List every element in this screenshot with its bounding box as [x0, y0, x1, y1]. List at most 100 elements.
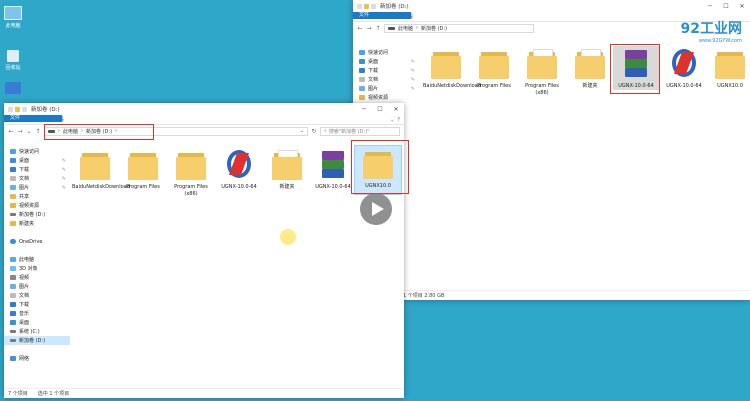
file-item[interactable]: 新建夹 — [567, 46, 613, 90]
file-item[interactable]: Program Files — [471, 46, 517, 90]
front-explorer-window[interactable]: 新加卷 (D:) ─ ☐ ✕ 文件 主页 共享 查看 ⌄? ← → ⌄ ↑ › … — [4, 103, 404, 398]
watermark-brand: 92工业网 — [680, 21, 742, 37]
ribbon-file-tab[interactable]: 文件 — [353, 12, 411, 19]
folder-icon — [174, 147, 208, 181]
highlight-back-rar — [610, 44, 660, 94]
iso-image-icon — [667, 46, 701, 80]
picture-icon — [359, 86, 365, 91]
help-icon[interactable]: ? — [397, 117, 400, 123]
sidebar-item-this-pc[interactable]: 此电脑 — [4, 255, 70, 264]
file-item[interactable]: BaiduNetdiskDownload — [423, 46, 481, 90]
sidebar-item-video-res[interactable]: 视频资源 — [353, 93, 419, 102]
desktop-icon-computer[interactable]: 此电脑 — [2, 6, 24, 29]
pin-icon: ✎ — [410, 76, 415, 83]
file-item[interactable]: Program Files (x86) — [168, 147, 214, 197]
folder-icon — [126, 147, 160, 181]
picture-icon — [10, 284, 16, 289]
up-arrow-icon[interactable]: ↑ — [375, 25, 381, 32]
sidebar-item-new-folder[interactable]: 新建夹 — [4, 219, 70, 228]
minimize-button[interactable]: ─ — [356, 103, 372, 115]
ribbon-file-tab[interactable]: 文件 — [4, 115, 62, 122]
back-arrow-icon[interactable]: ← — [8, 128, 14, 135]
chevron-down-icon[interactable]: ⌄ — [390, 117, 394, 123]
sidebar-item-download[interactable]: 下载 ✎ — [4, 165, 70, 174]
sidebar-item-download[interactable]: 下载 ✎ — [353, 66, 419, 75]
file-item[interactable]: 新建夹 — [264, 147, 310, 191]
sidebar: 快速访问 桌面 ✎ 下载 ✎ 文档 ✎ 图片 ✎ 视频资源 — [353, 48, 419, 102]
minimize-button[interactable]: ─ — [702, 0, 718, 12]
cursor-highlight — [280, 229, 296, 245]
close-button[interactable]: ✕ — [388, 103, 404, 115]
sidebar-item-network[interactable]: 网络 — [4, 354, 70, 363]
desktop-icon — [10, 320, 16, 325]
sidebar-item-music[interactable]: 音乐 — [4, 309, 70, 318]
back-arrow-icon[interactable]: ← — [357, 25, 363, 32]
desktop-icon-recycle-bin[interactable]: 回收站 — [2, 50, 24, 71]
file-item[interactable]: UGNX-10.0-64 — [661, 46, 707, 90]
forward-arrow-icon[interactable]: → — [17, 128, 23, 135]
desktop-icon — [10, 158, 16, 163]
up-arrow-icon[interactable]: ↑ — [35, 128, 41, 135]
breadcrumb-this-pc[interactable]: 此电脑 — [398, 25, 413, 32]
file-item[interactable]: UGNX10.0 — [707, 46, 750, 90]
sidebar-item-share[interactable]: 共享 — [4, 192, 70, 201]
address-dropdown-icon[interactable]: ⌄ — [300, 128, 304, 134]
sidebar-item-documents[interactable]: 文档 ✎ — [4, 174, 70, 183]
sidebar-item-pictures[interactable]: 图片 ✎ — [4, 183, 70, 192]
sidebar-item-pictures[interactable]: 图片 ✎ — [353, 84, 419, 93]
desktop-icon — [359, 59, 365, 64]
sidebar-item-documents[interactable]: 文档 ✎ — [353, 75, 419, 84]
desktop-icon-control-panel[interactable] — [2, 82, 24, 96]
sidebar-item-download-pc[interactable]: 下载 — [4, 300, 70, 309]
document-icon — [10, 293, 16, 298]
music-icon — [10, 311, 16, 316]
folder-icon — [10, 203, 16, 208]
maximize-button[interactable]: ☐ — [372, 103, 388, 115]
file-item[interactable]: UGNX-10.0-64 — [216, 147, 262, 191]
title-bar[interactable]: 新加卷 (D:) ─ ☐ ✕ — [4, 103, 404, 115]
sidebar-item-pictures-pc[interactable]: 图片 — [4, 282, 70, 291]
sidebar-item-video-res[interactable]: 视频资源 — [4, 201, 70, 210]
computer-icon — [10, 257, 16, 262]
highlight-selected-folder — [351, 140, 409, 194]
close-button[interactable]: ✕ — [734, 0, 750, 12]
folder-icon — [429, 46, 463, 80]
control-panel-icon — [5, 82, 21, 94]
breadcrumb-drive[interactable]: 新加卷 (D:) — [421, 25, 447, 32]
sidebar-item-quick-access[interactable]: 快速访问 — [353, 48, 419, 57]
sidebar-item-videos[interactable]: 视频 — [4, 273, 70, 282]
drive-icon — [10, 330, 16, 333]
sidebar-item-drive-d-selected[interactable]: 新加卷 (D:) — [4, 336, 70, 345]
sidebar-item-onedrive[interactable]: OneDrive — [4, 237, 70, 246]
search-placeholder: 搜索"新加卷 (D:)" — [328, 128, 370, 135]
folder-doc-icon — [573, 46, 607, 80]
video-play-button[interactable] — [360, 193, 392, 225]
file-item[interactable]: Program Files — [120, 147, 166, 191]
file-item[interactable]: Program Files (x86) — [519, 46, 565, 96]
status-selected: 选中 1 个项目 — [37, 391, 70, 397]
address-bar[interactable]: 此电脑 › 新加卷 (D:) — [384, 23, 534, 33]
forward-arrow-icon[interactable]: → — [366, 25, 372, 32]
maximize-button[interactable]: ☐ — [718, 0, 734, 12]
search-input[interactable]: ⌕ 搜索"新加卷 (D:)" — [320, 126, 400, 136]
recent-dropdown-icon[interactable]: ⌄ — [26, 128, 32, 135]
file-item[interactable]: UGNX-10.0-64 — [310, 147, 356, 191]
window-title: 新加卷 (D:) — [31, 107, 60, 113]
desktop-icon-label: 回收站 — [5, 65, 21, 71]
sidebar-item-documents-pc[interactable]: 文档 — [4, 291, 70, 300]
sidebar-item-quick-access[interactable]: 快速访问 — [4, 147, 70, 156]
file-item[interactable]: BaiduNetdiskDownload — [72, 147, 130, 191]
computer-icon — [4, 6, 22, 20]
sidebar-item-3d-objects[interactable]: 3D 对象 — [4, 264, 70, 273]
sidebar-item-desktop[interactable]: 桌面 ✎ — [4, 156, 70, 165]
refresh-icon[interactable]: ↻ — [311, 128, 317, 135]
sidebar-item-desktop-pc[interactable]: 桌面 — [4, 318, 70, 327]
sidebar-item-drive-c[interactable]: 系统 (C:) — [4, 327, 70, 336]
back-explorer-window[interactable]: 新加卷 (D:) ─ ☐ ✕ 文件 主页 共享 查看 ← → ↑ 此电脑 › 新… — [353, 0, 750, 300]
play-icon — [371, 202, 384, 216]
sidebar-item-drive-d[interactable]: 新加卷 (D:) — [4, 210, 70, 219]
title-bar[interactable]: 新加卷 (D:) ─ ☐ ✕ — [353, 0, 750, 12]
sidebar-item-desktop[interactable]: 桌面 ✎ — [353, 57, 419, 66]
